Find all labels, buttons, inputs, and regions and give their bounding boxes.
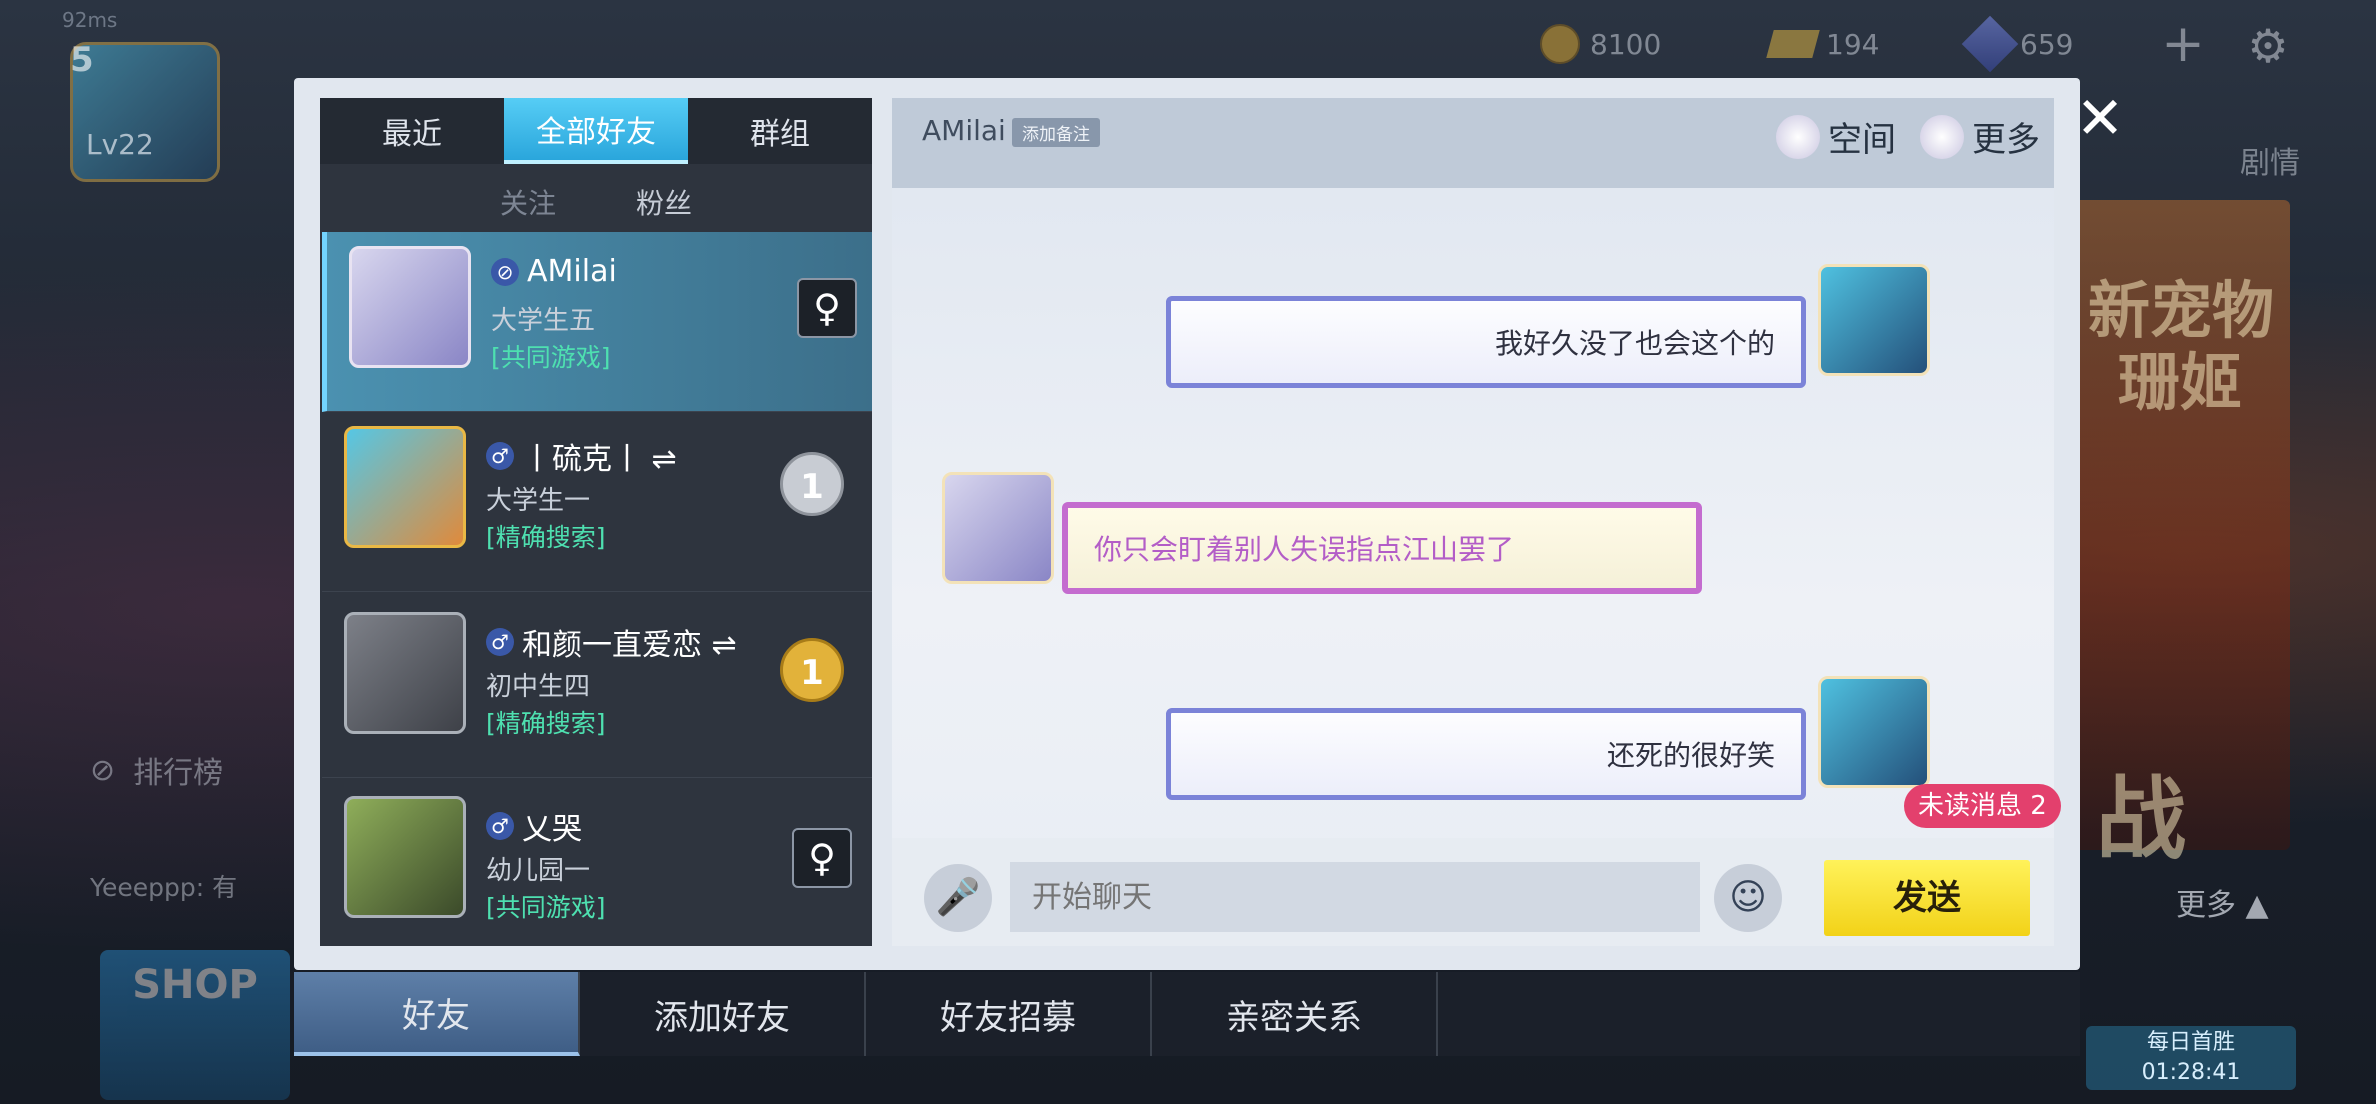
settings-gear-icon[interactable]: ⚙	[2240, 18, 2296, 74]
subtab-following[interactable]: 关注	[500, 182, 556, 222]
self-avatar[interactable]	[1818, 676, 1930, 788]
partner-avatar[interactable]	[942, 472, 1054, 584]
bottom-tab-bar: 好友 添加好友 好友招募 亲密关系	[294, 972, 2080, 1056]
tab-add-friend[interactable]: 添加好友	[580, 972, 866, 1056]
friend-source-tag: [精确搜索]	[486, 523, 606, 552]
microphone-icon[interactable]: 🎤	[924, 864, 992, 932]
coin-count: 8100	[1590, 27, 1662, 61]
gold-resource[interactable]: 194	[1766, 22, 1880, 66]
gold-bar-icon	[1766, 30, 1820, 58]
friend-name-row: ♂ 乂哭	[486, 804, 582, 848]
gem-resource[interactable]: 659	[1961, 15, 2074, 73]
space-icon	[1776, 114, 1820, 159]
story-label[interactable]: 剧情	[2240, 138, 2300, 182]
friend-name: AMilai	[527, 254, 617, 289]
friend-item[interactable]: ♂ 和颜一直爱恋 ⇌ 初中生四 [精确搜索] 1	[322, 598, 872, 778]
friend-source-tag: [共同游戏]	[491, 343, 611, 372]
message-bubble-received: 你只会盯着别人失误指点江山罢了	[1062, 502, 1702, 594]
friend-name: 乂哭	[522, 812, 582, 847]
friend-tabs: 最近 全部好友 群组	[320, 98, 872, 164]
friend-name-row: ♂ 丨硫克丨 ⇌	[486, 434, 677, 478]
emoji-icon[interactable]: ☺	[1714, 864, 1782, 932]
friend-item[interactable]: ♂ 乂哭 幼儿园一 [共同游戏] ♀	[322, 782, 872, 962]
send-button[interactable]: 发送	[1824, 860, 2030, 936]
leaderboard-entry[interactable]: ⊘ 排行榜	[90, 748, 223, 792]
leaderboard-icon: ⊘	[90, 752, 116, 788]
tab-recent[interactable]: 最近	[320, 98, 504, 164]
unread-messages-badge[interactable]: 未读消息 2	[1904, 784, 2061, 828]
male-icon: ♂	[486, 628, 514, 656]
self-avatar[interactable]	[1818, 264, 1930, 376]
poster-title-2: 珊姬	[2118, 346, 2243, 419]
more-button[interactable]: 更多	[1920, 112, 2040, 161]
message-bubble-sent: 我好久没了也会这个的	[1166, 296, 1806, 388]
friend-grade: 大学生五	[491, 306, 596, 336]
invite-to-game-icon[interactable]: ♀	[792, 828, 852, 888]
friend-avatar	[349, 246, 471, 368]
hidden-gender-icon: ⊘	[491, 257, 519, 286]
add-remark-button[interactable]: 添加备注	[1012, 118, 1100, 147]
male-icon: ♂	[486, 812, 514, 840]
close-icon[interactable]: ✕	[2070, 89, 2130, 150]
friend-name: 丨硫克丨 ⇌	[522, 442, 677, 477]
friend-avatar	[344, 612, 466, 734]
coin-icon	[1540, 24, 1580, 64]
space-button[interactable]: 空间	[1776, 112, 1896, 161]
friend-subtabs: 关注 粉丝	[320, 176, 872, 228]
friend-grade: 大学生一	[486, 486, 591, 516]
daily-first-win[interactable]: 每日首胜 01:28:41	[2086, 1026, 2296, 1090]
more-toggle[interactable]: 更多 ▲	[2176, 880, 2269, 924]
friend-name: 和颜一直爱恋 ⇌	[522, 628, 737, 663]
subtab-fans[interactable]: 粉丝	[636, 182, 692, 222]
friend-source-tag: [精确搜索]	[486, 709, 606, 738]
friend-avatar	[344, 426, 466, 548]
friend-grade: 幼儿园一	[486, 856, 591, 886]
friend-avatar	[344, 796, 466, 918]
poster-title-3: 战	[2096, 767, 2186, 872]
player-level: Lv22	[86, 128, 154, 161]
tab-intimacy[interactable]: 亲密关系	[1152, 972, 1438, 1056]
invite-to-game-icon[interactable]: ♀	[797, 278, 857, 338]
chat-partner-name: AMilai	[922, 114, 1006, 147]
more-label: 更多	[1972, 120, 2040, 160]
message-bubble-sent: 还死的很好笑	[1166, 708, 1806, 800]
chat-feed-preview: Yeeeppp: 有	[90, 873, 238, 902]
friend-name-row: ⊘ AMilai	[491, 254, 617, 289]
player-rank-number: 5	[70, 40, 94, 80]
network-status: 92ms	[62, 8, 118, 32]
friend-grade: 初中生四	[486, 672, 591, 702]
chat-input[interactable]	[1010, 862, 1700, 932]
space-label: 空间	[1828, 120, 1896, 160]
silver-medal-icon: 1	[780, 452, 844, 516]
tab-groups[interactable]: 群组	[688, 98, 872, 164]
daily-label: 每日首胜	[2146, 1030, 2235, 1055]
friend-item[interactable]: ♂ 丨硫克丨 ⇌ 大学生一 [精确搜索] 1	[322, 412, 872, 592]
friend-item[interactable]: ⊘ AMilai 大学生五 [共同游戏] ♀	[322, 232, 872, 412]
daily-timer: 01:28:41	[2141, 1060, 2241, 1085]
gem-count: 659	[2020, 27, 2074, 61]
gold-medal-icon: 1	[780, 638, 844, 702]
friend-source-tag: [共同游戏]	[486, 893, 606, 922]
add-currency-button[interactable]: +	[2158, 18, 2208, 70]
coin-resource[interactable]: 8100	[1540, 22, 1661, 66]
more-icon	[1920, 114, 1964, 159]
shop-button[interactable]: SHOP	[100, 950, 290, 1100]
tab-friends[interactable]: 好友	[294, 972, 580, 1056]
male-icon: ♂	[486, 442, 514, 470]
tab-friend-recruit[interactable]: 好友招募	[866, 972, 1152, 1056]
tab-all-friends[interactable]: 全部好友	[504, 98, 688, 164]
leaderboard-label: 排行榜	[133, 756, 224, 791]
friend-name-row: ♂ 和颜一直爱恋 ⇌	[486, 620, 737, 664]
gem-icon	[1961, 15, 2019, 73]
gold-count: 194	[1826, 27, 1880, 61]
